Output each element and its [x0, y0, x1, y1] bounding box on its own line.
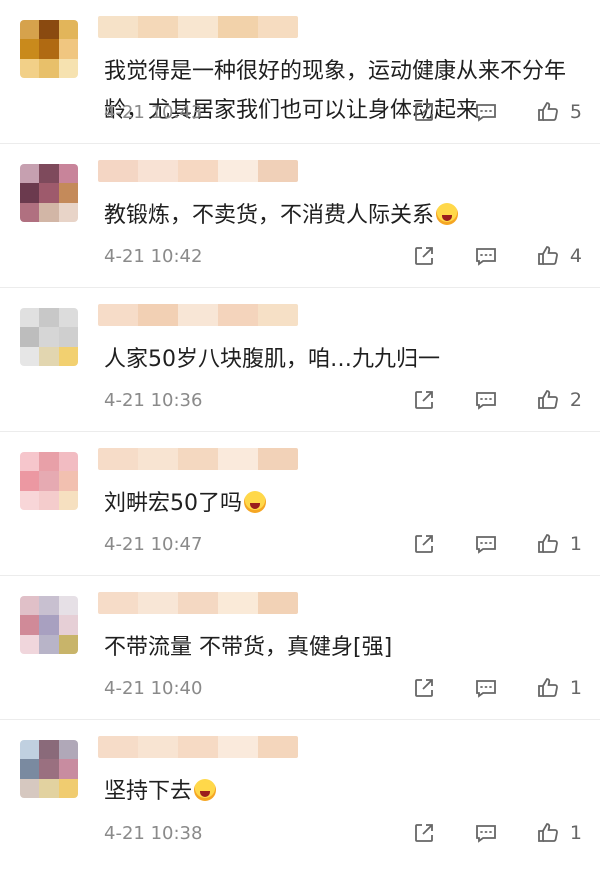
comment-text-content: 不带流量 不带货，真健身[强]	[104, 635, 393, 660]
timestamp: 4-21 10:38	[104, 822, 203, 844]
reply-button[interactable]	[474, 100, 498, 124]
comment-text: 人家50岁八块腹肌，咱…九九归一	[104, 340, 582, 379]
comment-text-content: 坚持下去	[104, 779, 193, 804]
reply-button[interactable]	[474, 821, 498, 845]
username-blurred[interactable]	[98, 160, 298, 182]
share-button[interactable]	[412, 532, 436, 556]
laugh-emoji-icon	[244, 491, 266, 513]
share-button[interactable]	[412, 244, 436, 268]
comment-icon	[474, 532, 498, 556]
like-count: 5	[569, 101, 582, 123]
reply-button[interactable]	[474, 676, 498, 700]
timestamp: 4-21 10:40	[104, 677, 203, 699]
share-icon	[412, 821, 436, 845]
comment-text-content: 人家50岁八块腹肌，咱…九九归一	[104, 347, 440, 372]
comment-icon	[474, 388, 498, 412]
like-count: 2	[569, 389, 582, 411]
share-icon	[412, 532, 436, 556]
like-button[interactable]: 1	[536, 676, 582, 700]
comment-text: 刘畊宏50了吗	[104, 484, 582, 523]
comment-item[interactable]: 教锻炼，不卖货，不消费人际关系 4-21 10:42 4	[0, 144, 600, 288]
like-button[interactable]: 4	[536, 244, 582, 268]
username-blurred[interactable]	[98, 592, 298, 614]
comment-item[interactable]: 刘畊宏50了吗 4-21 10:47 1	[0, 432, 600, 576]
avatar[interactable]	[20, 452, 78, 510]
username-blurred[interactable]	[98, 448, 298, 470]
thumbs-up-icon	[536, 100, 560, 124]
reply-button[interactable]	[474, 532, 498, 556]
comment-text: 坚持下去	[104, 772, 582, 811]
thumbs-up-icon	[536, 388, 560, 412]
share-icon	[412, 676, 436, 700]
comment-text: 不带流量 不带货，真健身[强]	[104, 628, 582, 667]
like-count: 1	[569, 822, 582, 844]
share-button[interactable]	[412, 821, 436, 845]
thumbs-up-icon	[536, 532, 560, 556]
avatar[interactable]	[20, 164, 78, 222]
cat-emoji-icon	[194, 779, 217, 801]
share-button[interactable]	[412, 676, 436, 700]
username-blurred[interactable]	[98, 304, 298, 326]
share-button[interactable]	[412, 388, 436, 412]
like-button[interactable]: 5	[536, 100, 582, 124]
like-count: 1	[569, 677, 582, 699]
comment-text: 教锻炼，不卖货，不消费人际关系	[104, 196, 582, 235]
comment-meta: 4-21 10:42 4	[104, 243, 582, 269]
avatar[interactable]	[20, 740, 78, 798]
thumbs-up-icon	[536, 821, 560, 845]
comment-item[interactable]: 不带流量 不带货，真健身[强] 4-21 10:40 1	[0, 576, 600, 720]
avatar[interactable]	[20, 308, 78, 366]
like-button[interactable]: 1	[536, 821, 582, 845]
laugh-emoji-icon	[436, 203, 459, 225]
comment-icon	[474, 244, 498, 268]
comment-icon	[474, 821, 498, 845]
timestamp: 4-21 10:43	[104, 101, 203, 123]
comment-item[interactable]: 坚持下去 4-21 10:38 1	[0, 720, 600, 864]
like-button[interactable]: 2	[536, 388, 582, 412]
username-blurred[interactable]	[98, 736, 298, 758]
reply-button[interactable]	[474, 388, 498, 412]
share-button[interactable]	[412, 100, 436, 124]
comment-meta: 4-21 10:38 1	[104, 820, 582, 846]
comment-icon	[474, 676, 498, 700]
comment-item[interactable]: 人家50岁八块腹肌，咱…九九归一 4-21 10:36 2	[0, 288, 600, 432]
comment-text-content: 教锻炼，不卖货，不消费人际关系	[104, 203, 435, 228]
comment-item[interactable]: 我觉得是一种很好的现象，运动健康从来不分年龄，尤其居家我们也可以让身体动起来 4-…	[0, 0, 600, 144]
like-count: 1	[569, 533, 582, 555]
timestamp: 4-21 10:47	[104, 533, 203, 555]
timestamp: 4-21 10:42	[104, 245, 203, 267]
share-icon	[412, 388, 436, 412]
comment-text-content: 刘畊宏50了吗	[104, 491, 242, 516]
share-icon	[412, 244, 436, 268]
like-count: 4	[569, 245, 582, 267]
comment-meta: 4-21 10:47 1	[104, 531, 582, 557]
like-button[interactable]: 1	[536, 532, 582, 556]
avatar[interactable]	[20, 20, 78, 78]
avatar[interactable]	[20, 596, 78, 654]
thumbs-up-icon	[536, 676, 560, 700]
comment-list: 我觉得是一种很好的现象，运动健康从来不分年龄，尤其居家我们也可以让身体动起来 4-…	[0, 0, 600, 864]
comment-meta: 4-21 10:43 5	[104, 99, 582, 125]
comment-meta: 4-21 10:36 2	[104, 387, 582, 413]
share-icon	[412, 100, 436, 124]
comment-icon	[474, 100, 498, 124]
username-blurred[interactable]	[98, 16, 298, 38]
thumbs-up-icon	[536, 244, 560, 268]
comment-meta: 4-21 10:40 1	[104, 675, 582, 701]
timestamp: 4-21 10:36	[104, 389, 203, 411]
reply-button[interactable]	[474, 244, 498, 268]
